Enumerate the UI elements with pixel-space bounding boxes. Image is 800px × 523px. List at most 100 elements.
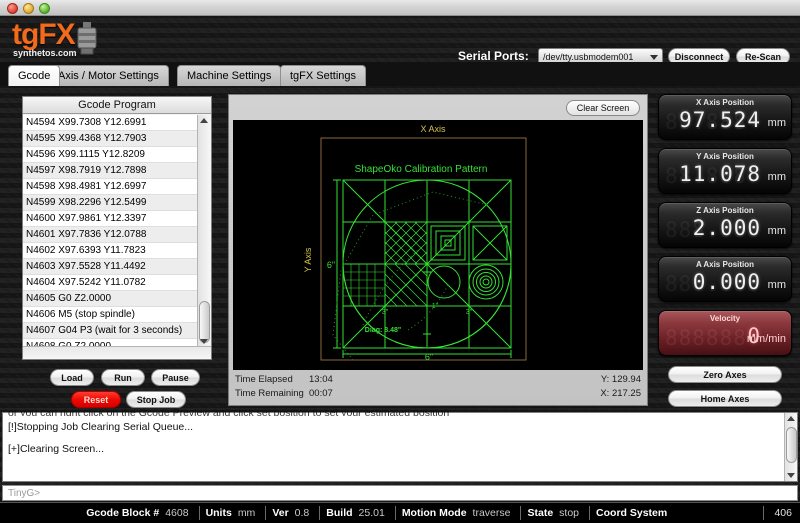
status-build-value: 25.01: [358, 507, 385, 519]
dro-y-axis-position: Y Axis Position 88.888 11.078 mm: [658, 148, 792, 194]
run-button[interactable]: Run: [101, 369, 145, 386]
list-item[interactable]: N4603 X97.5528 Y11.4492: [23, 259, 198, 275]
dro-z-unit: mm: [767, 225, 786, 237]
list-item[interactable]: N4596 X99.1115 Y12.8209: [23, 147, 198, 163]
load-button[interactable]: Load: [50, 369, 94, 386]
scrollbar-thumb[interactable]: [199, 301, 210, 343]
window-controls: [7, 3, 50, 14]
list-item[interactable]: N4598 X98.4981 Y12.6997: [23, 179, 198, 195]
status-bar: Gcode Block # 4608 Units mm Ver 0.8 Buil…: [0, 502, 800, 523]
status-units-key: Units: [205, 507, 232, 519]
dim-top-right-seg: 3": [466, 309, 473, 316]
list-item[interactable]: N4606 M5 (stop spindle): [23, 307, 198, 323]
status-state-key: State: [527, 507, 554, 519]
list-item[interactable]: N4599 X98.2296 Y12.5499: [23, 195, 198, 211]
scroll-down-icon[interactable]: [787, 473, 795, 478]
status-motion-mode: Motion Mode traverse: [396, 506, 521, 521]
pause-button[interactable]: Pause: [151, 369, 200, 386]
time-elapsed-label: Time Elapsed: [235, 374, 293, 385]
list-item[interactable]: N4600 X97.9861 Y12.3397: [23, 211, 198, 227]
list-item[interactable]: N4604 X97.5242 Y11.0782: [23, 275, 198, 291]
app-logo: tgFX: [12, 18, 76, 51]
status-units-value: mm: [237, 507, 256, 519]
stop-job-button[interactable]: Stop Job: [126, 391, 186, 408]
status-coord-system: Coord System: [590, 506, 683, 521]
chevron-down-icon: [650, 55, 658, 60]
motor-icon: [77, 22, 97, 55]
status-version-key: Ver: [272, 507, 289, 519]
gcode-visualizer-panel: Clear Screen X Axis Y Axis ShapeOko Cali…: [228, 94, 648, 406]
status-build-key: Build: [326, 507, 353, 519]
console-scrollbar[interactable]: [784, 413, 797, 481]
zoom-button[interactable]: [39, 3, 50, 14]
main-content: Gcode Program N4594 X99.7308 Y12.6991 N4…: [0, 86, 800, 410]
tab-tgfx-settings[interactable]: tgFX Settings: [280, 65, 367, 86]
scroll-down-icon[interactable]: [200, 339, 208, 344]
tab-bar: Gcode Axis / Motor Settings Machine Sett…: [0, 62, 800, 86]
list-item[interactable]: N4601 X97.7836 Y12.0788: [23, 227, 198, 243]
list-item[interactable]: N4595 X99.4368 Y12.7903: [23, 131, 198, 147]
command-input[interactable]: TinyG>: [2, 485, 798, 501]
app-header: tgFX synthetos.com Serial Ports: /dev/tt…: [0, 16, 800, 65]
dro-z-axis-position: Z Axis Position 888.888 2.000 mm: [658, 202, 792, 248]
scroll-up-icon[interactable]: [200, 118, 208, 123]
serial-port-value: /dev/tty.usbmodem001: [543, 51, 634, 62]
close-button[interactable]: [7, 3, 18, 14]
dro-a-caption: A Axis Position: [695, 260, 755, 269]
console-lines: or you can right click on the Gcode Prev…: [8, 409, 768, 460]
home-axes-button[interactable]: Home Axes: [668, 390, 782, 407]
gcode-preview-canvas[interactable]: X Axis Y Axis ShapeOko Calibration Patte…: [233, 120, 643, 370]
status-units: Units mm: [200, 506, 266, 521]
status-gcode-block: Gcode Block # 4608: [80, 506, 198, 521]
list-item[interactable]: N4602 X97.6393 Y11.7823: [23, 243, 198, 259]
dro-x-value: 97.524: [679, 108, 761, 132]
dim-top-left-seg: 3": [382, 309, 389, 316]
job-status-strip: Time Elapsed 13:04 Time Remaining 00:07 …: [229, 370, 647, 405]
console-line: [!]Stopping Job Clearing Serial Queue...: [8, 421, 194, 433]
status-build: Build 25.01: [320, 506, 395, 521]
dro-z-caption: Z Axis Position: [696, 206, 754, 215]
scroll-up-icon[interactable]: [787, 416, 795, 421]
status-version-value: 0.8: [294, 507, 310, 519]
status-motion-mode-value: traverse: [472, 507, 511, 519]
console-line-clipped: or you can right click on the Gcode Prev…: [8, 409, 450, 416]
list-item[interactable]: N4594 X99.7308 Y12.6991: [23, 115, 198, 131]
status-gcode-block-value: 4608: [165, 507, 189, 519]
dro-x-axis-position: X Axis Position 88.888 97.524 mm: [658, 94, 792, 140]
dro-a-axis-position: A Axis Position 888.888 0.000 mm: [658, 256, 792, 302]
dim-left-height: 6": [327, 260, 335, 270]
time-remaining-label: Time Remaining: [235, 388, 304, 399]
dro-a-value: 0.000: [692, 270, 761, 294]
list-item[interactable]: N4597 X98.7919 Y12.7898: [23, 163, 198, 179]
list-item[interactable]: N4607 G04 P3 (wait for 3 seconds): [23, 323, 198, 339]
dro-x-unit: mm: [767, 117, 786, 129]
tab-gcode[interactable]: Gcode: [8, 65, 61, 86]
clear-screen-button[interactable]: Clear Screen: [566, 100, 640, 116]
dim-bottom-width: 6": [425, 352, 433, 362]
tab-axis-motor[interactable]: Axis / Motor Settings: [48, 65, 169, 86]
console-output[interactable]: or you can right click on the Gcode Prev…: [2, 409, 798, 482]
gcode-preview-drawing: X Axis Y Axis ShapeOko Calibration Patte…: [303, 124, 527, 362]
preview-y-readout: Y: 129.94: [600, 374, 641, 385]
app-logo-sub: synthetos.com: [13, 48, 77, 58]
reset-button[interactable]: Reset: [71, 391, 121, 408]
status-tail-value: 406: [774, 507, 792, 519]
status-gcode-block-key: Gcode Block #: [86, 507, 160, 519]
gcode-program-list[interactable]: N4594 X99.7308 Y12.6991 N4595 X99.4368 Y…: [23, 115, 198, 347]
list-item[interactable]: N4605 G0 Z2.0000: [23, 291, 198, 307]
status-coord-system-key: Coord System: [596, 507, 668, 519]
gcode-program-panel: Gcode Program N4594 X99.7308 Y12.6991 N4…: [22, 96, 212, 360]
scrollbar-thumb[interactable]: [786, 427, 797, 463]
time-elapsed-value: 13:04: [309, 374, 333, 385]
status-motion-mode-key: Motion Mode: [401, 507, 467, 519]
tab-machine[interactable]: Machine Settings: [177, 65, 282, 86]
dro-velocity-unit: mm/min: [746, 333, 786, 345]
gcode-list-hscrollbar[interactable]: [23, 346, 211, 359]
dim-diagonal: Diag: 8.48": [365, 327, 401, 334]
zero-axes-button[interactable]: Zero Axes: [668, 366, 782, 383]
dro-z-value: 2.000: [692, 216, 761, 240]
minimize-button[interactable]: [23, 3, 34, 14]
preview-x-readout: X: 217.25: [600, 388, 641, 399]
serial-ports-label: Serial Ports:: [458, 49, 529, 63]
gcode-list-scrollbar[interactable]: [197, 115, 210, 347]
